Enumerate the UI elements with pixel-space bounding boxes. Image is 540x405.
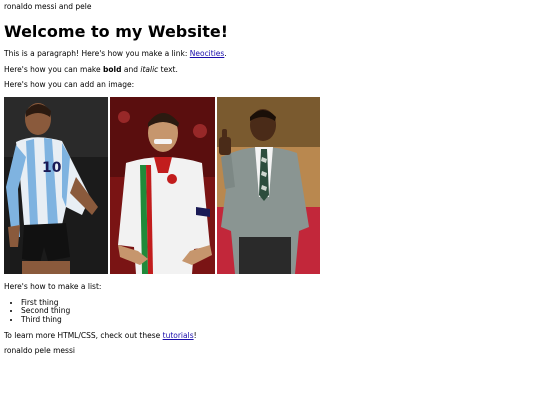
top-text: ronaldo messi and pele [4, 2, 92, 11]
paragraph-image-intro: Here's how you can add an image: [4, 80, 135, 90]
ronaldo-photo [110, 97, 215, 275]
bottom-text: ronaldo pele messi [4, 346, 75, 356]
page-heading: Welcome to my Website! [4, 21, 229, 41]
item-list: First thing Second thing Third thing [4, 298, 536, 325]
para1-after: . [224, 49, 227, 59]
tutorials-link[interactable]: tutorials [163, 331, 194, 340]
italic-text: italic [140, 64, 159, 74]
pele-photo [217, 97, 320, 275]
para4-after: ! [193, 330, 197, 340]
list-item: Second thing [21, 307, 536, 316]
list-item: First thing [21, 298, 536, 308]
para2-after: text. [158, 64, 178, 74]
list-intro: Here's how to make a list: [4, 282, 102, 292]
svg-text:10: 10 [42, 160, 62, 176]
paragraph-link: This is a paragraph! Here's how you make… [4, 49, 536, 59]
football-players-image: 10 [4, 97, 320, 275]
paragraph-formatting: Here's how you can make bold and italic … [4, 64, 536, 75]
page: ronaldo messi and pele Welcome to my Web… [0, 0, 540, 366]
neocities-link[interactable]: Neocities [190, 49, 225, 58]
para2-mid: and [121, 64, 141, 74]
list-item: Third thing [21, 315, 536, 325]
messi-photo: 10 [4, 97, 108, 275]
para4-before: To learn more HTML/CSS, check out these [4, 330, 163, 340]
para2-before: Here's how you can make [4, 64, 103, 74]
para1-before: This is a paragraph! Here's how you make… [4, 49, 190, 59]
bold-text: bold [103, 64, 122, 74]
paragraph-tutorials: To learn more HTML/CSS, check out these … [4, 330, 536, 341]
